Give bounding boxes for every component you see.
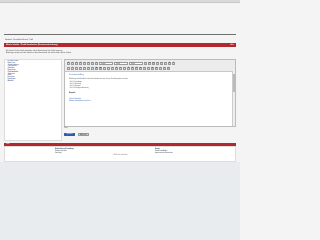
date-icon[interactable]: ◷ xyxy=(163,66,166,70)
cut-icon[interactable]: ✂ xyxy=(144,61,147,65)
scrollbar-thumb[interactable] xyxy=(233,74,235,92)
remove-format-icon[interactable]: ⌫ xyxy=(135,66,138,70)
editor-toolbar: B I U S ≡ ≡ ≡ ≡ Format Schrift Größe ✂ ⧉… xyxy=(65,60,235,72)
hr-icon[interactable]: ― xyxy=(103,66,106,70)
breadcrumb: Startseite › Persönlicher Bereich › Prof… xyxy=(5,40,33,41)
underline-icon[interactable]: U xyxy=(75,61,78,65)
search-icon[interactable]: ⌕ xyxy=(164,61,167,65)
intro-line: Änderungen werden nach dem Speichern sof… xyxy=(6,53,72,54)
layer-icon[interactable]: ◫ xyxy=(167,66,170,70)
help-link[interactable]: Hilfe xyxy=(230,43,234,47)
align-center-icon[interactable]: ≡ xyxy=(87,61,90,65)
size-select[interactable]: Größe xyxy=(129,61,143,65)
font-select[interactable]: Schrift xyxy=(114,61,128,65)
toolbar-row: B I U S ≡ ≡ ≡ ≡ Format Schrift Größe ✂ ⧉… xyxy=(67,61,175,65)
tree-item[interactable]: › Abmelden xyxy=(7,81,59,83)
background-color-icon[interactable]: A xyxy=(131,66,134,70)
breadcrumb-item[interactable]: Persönlicher Bereich xyxy=(13,40,28,41)
intro-text: Hier können Sie Ihre Inhalte bearbeiten … xyxy=(6,51,216,55)
outdent-icon[interactable]: ⇤ xyxy=(75,66,78,70)
text-color-icon[interactable]: A xyxy=(127,66,130,70)
strikethrough-icon[interactable]: S xyxy=(79,61,82,65)
indent-icon[interactable]: ⇥ xyxy=(79,66,82,70)
spellcheck-icon[interactable]: ✓ xyxy=(147,66,150,70)
page-title: Meine Inhalte / Profil bearbeiten (Kursb… xyxy=(6,44,58,46)
superscript-icon[interactable]: x xyxy=(111,66,114,70)
form-actions: Speichern Abbrechen xyxy=(64,133,89,136)
template-icon[interactable]: ▥ xyxy=(151,66,154,70)
header-divider xyxy=(4,34,236,41)
emoticon-icon[interactable]: ☺ xyxy=(159,66,162,70)
editor-statusbar: Pfad: p xyxy=(64,128,236,131)
image-icon[interactable]: ▣ xyxy=(95,66,98,70)
replace-icon[interactable]: ⇄ xyxy=(168,61,171,65)
breadcrumb-item[interactable]: Profil xyxy=(29,40,33,41)
link-icon[interactable]: ∞ xyxy=(83,66,86,70)
editor-path: Pfad: p xyxy=(64,128,69,129)
rich-text-editor[interactable]: B I U S ≡ ≡ ≡ ≡ Format Schrift Größe ✂ ⧉… xyxy=(64,59,236,127)
media-icon[interactable]: ▶ xyxy=(155,66,158,70)
justify-icon[interactable]: ≡ xyxy=(95,61,98,65)
footer-band-label: Links xyxy=(6,144,10,145)
top-links[interactable]: Startseite · Kontakt · Impressum · Hilfe xyxy=(4,0,28,1)
numbered-list-icon[interactable]: 1 xyxy=(71,66,74,70)
bold-icon[interactable]: B xyxy=(67,61,70,65)
page: Startseite · Kontakt · Impressum · Hilfe… xyxy=(0,0,240,240)
code-icon[interactable]: <> xyxy=(119,66,122,70)
breadcrumb-item[interactable]: Startseite xyxy=(5,40,12,41)
unlink-icon[interactable]: ⌀ xyxy=(87,66,90,70)
cancel-button[interactable]: Abbrechen xyxy=(78,133,89,136)
sidebar-tree: › Persönliche Daten › Meine Kurse – Kurs… xyxy=(4,59,62,141)
footer: Hochschule und Verwaltung Studium und Le… xyxy=(4,146,236,162)
copy-icon[interactable]: ⧉ xyxy=(148,61,151,65)
align-left-icon[interactable]: ≡ xyxy=(83,61,86,65)
paste-icon[interactable]: ▤ xyxy=(152,61,155,65)
bullet-list-icon[interactable]: • xyxy=(67,66,70,70)
print-icon[interactable]: ⎙ xyxy=(143,66,146,70)
italic-icon[interactable]: I xyxy=(71,61,74,65)
save-button[interactable]: Speichern xyxy=(64,133,75,136)
redo-icon[interactable]: ↷ xyxy=(160,61,163,65)
copyright: © Alle Rechte vorbehalten xyxy=(112,155,128,156)
page-background xyxy=(0,162,240,240)
anchor-icon[interactable]: ⚓ xyxy=(91,66,94,70)
top-bar: Startseite · Kontakt · Impressum · Hilfe xyxy=(0,0,240,3)
preview-icon[interactable]: ◉ xyxy=(139,66,142,70)
editor-scrollbar[interactable] xyxy=(232,71,235,126)
help-icon[interactable]: ? xyxy=(172,61,175,65)
undo-icon[interactable]: ↶ xyxy=(156,61,159,65)
format-select[interactable]: Format xyxy=(99,61,113,65)
table-icon[interactable]: ▦ xyxy=(99,66,102,70)
subscript-icon[interactable]: x xyxy=(107,66,110,70)
special-char-icon[interactable]: Ω xyxy=(115,66,118,70)
align-right-icon[interactable]: ≡ xyxy=(91,61,94,65)
fullscreen-icon[interactable]: ⤢ xyxy=(123,66,126,70)
page-title-bar: Meine Inhalte / Profil bearbeiten (Kursb… xyxy=(4,43,236,47)
content-link[interactable]: Weitere Informationen zum Kurs xyxy=(69,101,230,103)
toolbar-row: • 1 ⇤ ⇥ ∞ ⌀ ⚓ ▣ ▦ ― x x Ω <> ⤢ A A ⌫ ◉ ⎙ xyxy=(67,66,170,70)
editor-content[interactable]: Kursbeschreibung Zur Kursbeschreibung Ei… xyxy=(69,73,230,124)
